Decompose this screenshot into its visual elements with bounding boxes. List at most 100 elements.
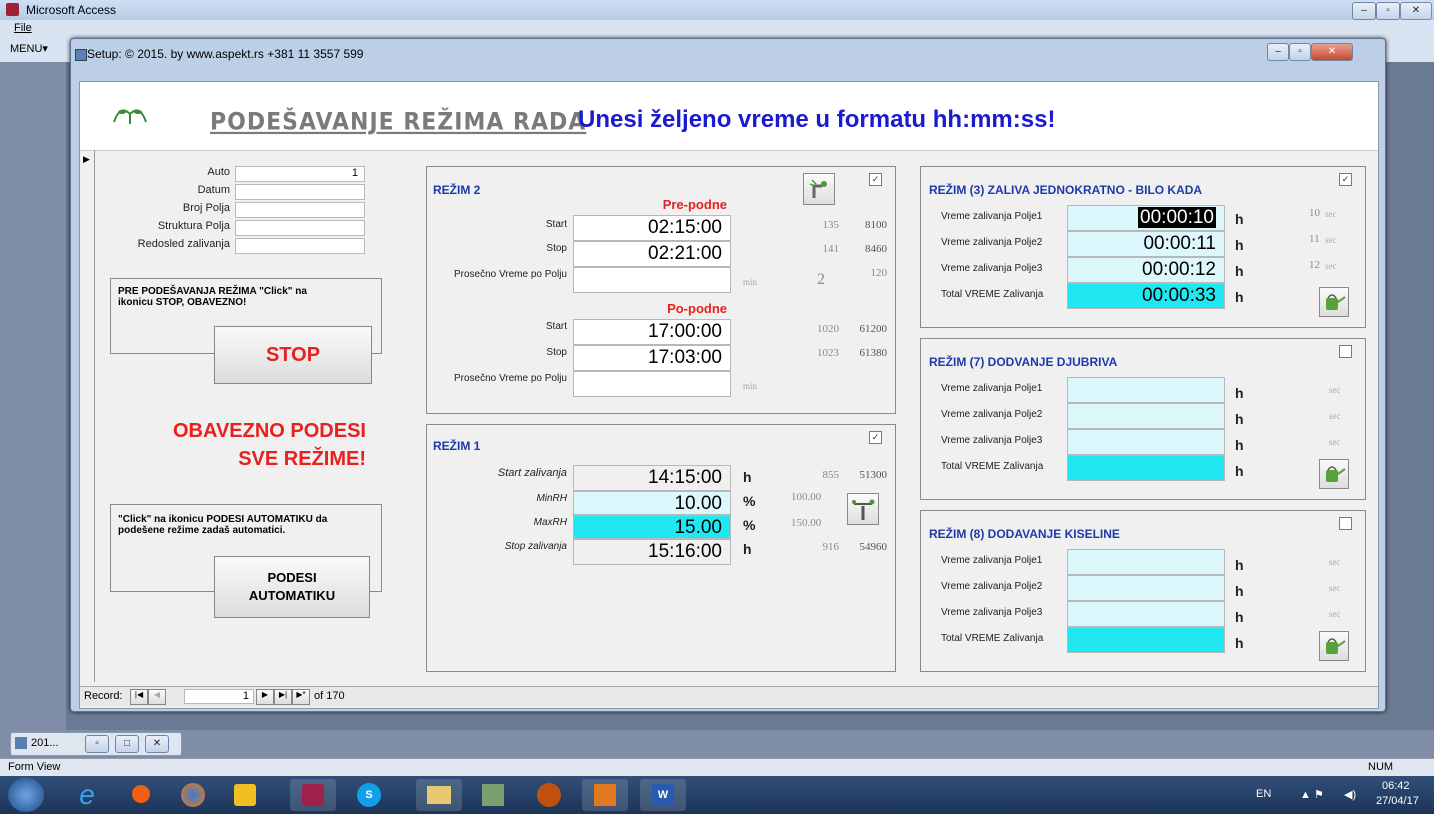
rezim2-am-label: Pre-podne [662, 197, 727, 212]
datum-field[interactable] [235, 184, 365, 200]
word-icon[interactable]: W [640, 779, 686, 811]
form-close-button[interactable]: ✕ [1311, 43, 1353, 61]
minimized-window[interactable]: 201... ▫ □ ✕ [10, 732, 182, 756]
pm-avg-field[interactable] [573, 371, 731, 397]
last-record-button[interactable]: ▶| [274, 689, 292, 705]
next-record-button[interactable]: ▶ [256, 689, 274, 705]
ie-icon[interactable]: e [64, 779, 110, 811]
current-record-field[interactable]: 1 [184, 689, 254, 704]
r7-polje3-label: Vreme zalivanja Polje3 [941, 435, 1043, 446]
first-record-button[interactable]: |◀ [130, 689, 148, 705]
rezim7-checkbox[interactable] [1339, 345, 1352, 358]
record-pointer-icon: ▶ [83, 154, 90, 164]
new-record-button[interactable]: ▶* [292, 689, 310, 705]
access-close-button[interactable]: ✕ [1400, 2, 1432, 20]
minimized-restore-button[interactable]: ▫ [85, 735, 109, 753]
r3-polje1-unit: h [1235, 211, 1244, 227]
access-task-icon[interactable] [290, 779, 336, 811]
datum-label: Datum [197, 184, 230, 196]
rezim3-title: REŽIM (3) ZALIVA JEDNOKRATNO - BILO KADA [929, 183, 1203, 197]
rezim3-watering-can-button[interactable] [1319, 287, 1349, 317]
minimized-maximize-button[interactable]: □ [115, 735, 139, 753]
firefox-icon[interactable] [170, 779, 216, 811]
tray-lang[interactable]: EN [1256, 788, 1271, 800]
start-zalivanja-field[interactable]: 14:15:00 [573, 465, 731, 491]
broj-polja-field[interactable] [235, 202, 365, 218]
form-restore-button[interactable]: ▫ [1289, 43, 1311, 61]
redosled-field[interactable] [235, 238, 365, 254]
r7-polje1-field[interactable] [1067, 377, 1225, 403]
r8-total-field[interactable] [1067, 627, 1225, 653]
sprinkler-button[interactable] [803, 173, 835, 205]
podesi-automatiku-button[interactable]: PODESI AUTOMATIKU [214, 556, 370, 618]
stop-note: PRE PODEŠAVANJA REŽIMA "Click" na ikonic… [118, 286, 307, 308]
r3-polje1-field[interactable]: 00:00:10 [1067, 205, 1225, 231]
stop-zalivanja-field[interactable]: 15:16:00 [573, 539, 731, 565]
tray-flag-icon[interactable]: ▲ ⚑ [1300, 788, 1324, 801]
record-selector[interactable]: ▶ [80, 150, 95, 682]
r3-polje1-n: 10 [1309, 207, 1320, 219]
network-app-icon[interactable] [470, 779, 516, 811]
r8-polje2-field[interactable] [1067, 575, 1225, 601]
tray-date[interactable]: 27/04/17 [1376, 795, 1419, 807]
r8-polje1-field[interactable] [1067, 549, 1225, 575]
r3-polje3-value: 00:00:12 [1142, 259, 1216, 280]
pm-stop-min: 1023 [817, 347, 839, 359]
stop-zalivanja-b: 54960 [859, 541, 888, 553]
stop-zalivanja-label: Stop zalivanja [504, 541, 567, 552]
rezim1-checkbox[interactable]: ✓ [869, 431, 882, 444]
start-button[interactable] [8, 778, 44, 812]
r3-polje3-field[interactable]: 00:00:12 [1067, 257, 1225, 283]
rezim8-watering-can-button[interactable] [1319, 631, 1349, 661]
rezim8-checkbox[interactable] [1339, 517, 1352, 530]
rezim1-sprinkler-button[interactable] [847, 493, 879, 525]
tray-time[interactable]: 06:42 [1382, 780, 1410, 792]
record-label: Record: [84, 690, 123, 702]
tray-volume-icon[interactable]: ◀) [1344, 788, 1356, 801]
r7-polje3-field[interactable] [1067, 429, 1225, 455]
r3-polje2-field[interactable]: 00:00:11 [1067, 231, 1225, 257]
menu-menu[interactable]: MENU▾ [10, 42, 48, 55]
r8-polje3-sec: sec [1329, 609, 1341, 619]
maxrh-a: 150.00 [791, 517, 822, 529]
stop-button[interactable]: STOP [214, 326, 372, 384]
r7-total-field[interactable] [1067, 455, 1225, 481]
rezim2-checkbox[interactable]: ✓ [869, 173, 882, 186]
r8-polje2-label: Vreme zalivanja Polje2 [941, 581, 1043, 592]
r8-polje1-sec: sec [1329, 557, 1341, 567]
prev-record-button[interactable]: ◀ [148, 689, 166, 705]
struktura-polja-field[interactable] [235, 220, 365, 236]
r7-polje2-field[interactable] [1067, 403, 1225, 429]
game-app-icon[interactable] [526, 779, 572, 811]
minrh-field[interactable]: 10.00 [573, 491, 731, 515]
r3-total-field[interactable]: 00:00:33 [1067, 283, 1225, 309]
rezim3-checkbox[interactable]: ✓ [1339, 173, 1352, 186]
auto-field[interactable]: 1 [235, 166, 365, 182]
form-minimize-button[interactable]: – [1267, 43, 1289, 61]
minrh-value: 10.00 [674, 493, 722, 514]
am-avg-field[interactable] [573, 267, 731, 293]
access-minimize-button[interactable]: – [1352, 2, 1376, 20]
am-start-field[interactable]: 02:15:00 [573, 215, 731, 241]
pm-start-field[interactable]: 17:00:00 [573, 319, 731, 345]
menu-file[interactable]: File [14, 22, 32, 34]
r3-polje2-label: Vreme zalivanja Polje2 [941, 237, 1043, 248]
am-stop-sec: 8460 [865, 243, 887, 255]
pm-stop-field[interactable]: 17:03:00 [573, 345, 731, 371]
am-avg-n: 2 [817, 271, 825, 288]
r3-total-unit: h [1235, 289, 1244, 305]
am-stop-field[interactable]: 02:21:00 [573, 241, 731, 267]
start-zalivanja-value: 14:15:00 [648, 467, 722, 488]
maxrh-field[interactable]: 15.00 [573, 515, 731, 539]
rezim7-watering-can-button[interactable] [1319, 459, 1349, 489]
media-player-icon[interactable] [118, 779, 164, 811]
access-app-icon [6, 3, 19, 16]
sticky-app-icon[interactable] [222, 779, 268, 811]
media-app-icon[interactable] [582, 779, 628, 811]
form-window: Setup: © 2015. by www.aspekt.rs +381 11 … [70, 38, 1386, 712]
r8-polje3-field[interactable] [1067, 601, 1225, 627]
access-restore-button[interactable]: ▫ [1376, 2, 1400, 20]
skype-icon[interactable]: S [346, 779, 392, 811]
explorer-icon[interactable] [416, 779, 462, 811]
minimized-close-button[interactable]: ✕ [145, 735, 169, 753]
